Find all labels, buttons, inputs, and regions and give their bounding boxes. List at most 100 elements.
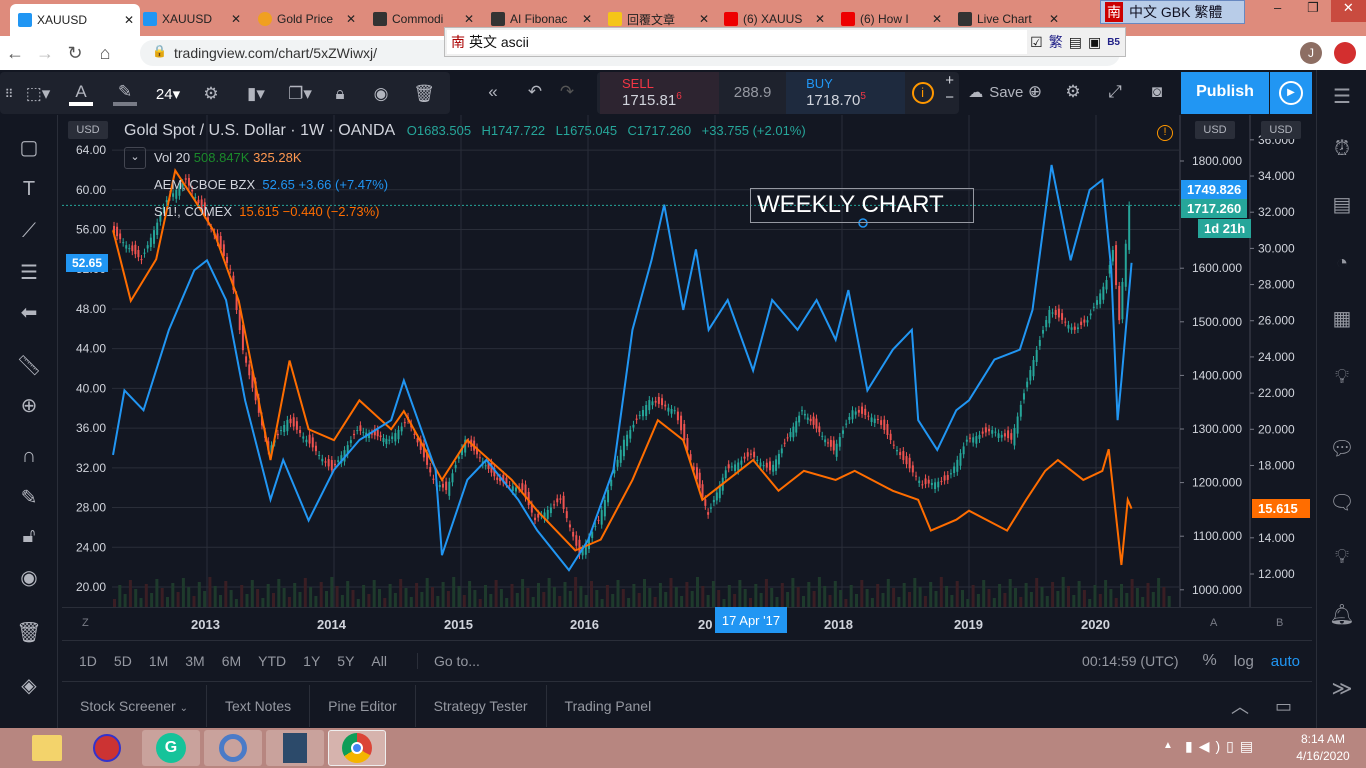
warning-icon[interactable]: !: [1157, 125, 1173, 141]
currency-label-left[interactable]: USD: [68, 121, 108, 139]
close-icon[interactable]: ✕: [1049, 12, 1059, 26]
fullscreen-icon[interactable]: ⤢: [1100, 78, 1130, 106]
profile-avatar[interactable]: J: [1300, 42, 1322, 64]
symbol-title[interactable]: Gold Spot / U.S. Dollar · 1W · OANDA: [124, 122, 394, 139]
back-icon[interactable]: ←: [0, 43, 30, 64]
hotlist-icon[interactable]: ◔: [1327, 252, 1357, 282]
trash-icon[interactable]: 🗑︎: [14, 620, 44, 650]
maximize-panel-icon[interactable]: ▭: [1275, 696, 1292, 717]
range-all[interactable]: All: [371, 653, 387, 669]
notifications-icon[interactable]: 🔔︎: [1327, 602, 1357, 632]
currency-label-a[interactable]: USD: [1195, 121, 1235, 139]
close-icon[interactable]: ✕: [932, 12, 942, 26]
checkbox-icon[interactable]: ☑: [1030, 34, 1043, 51]
minimize-icon[interactable]: –: [1260, 0, 1295, 22]
scale-b-button[interactable]: B: [1276, 617, 1283, 629]
percent-toggle[interactable]: %: [1203, 652, 1217, 670]
ruler-icon[interactable]: 📏︎: [14, 353, 44, 383]
arrow-left-icon[interactable]: ⬅: [14, 300, 44, 330]
layers-icon[interactable]: ▮▾: [238, 80, 274, 108]
calendar-icon[interactable]: ▦: [1327, 306, 1357, 336]
zoom-icon[interactable]: ⊕: [14, 393, 44, 423]
settings-icon[interactable]: ⚙: [1058, 78, 1088, 106]
range-1d[interactable]: 1D: [79, 653, 97, 669]
close-icon[interactable]: ✕: [699, 12, 709, 26]
time-axis[interactable]: Z 2013 2014 2015 2016 20 2018 2019 2020 …: [62, 607, 1312, 637]
snapshot-icon[interactable]: ◙: [1142, 78, 1172, 106]
tab-strategy-tester[interactable]: Strategy Tester: [416, 685, 547, 727]
tab-text-notes[interactable]: Text Notes: [207, 685, 311, 727]
ime-app-icon[interactable]: [78, 730, 136, 766]
traditional-toggle[interactable]: 繁: [1049, 32, 1063, 52]
watchlist-icon[interactable]: ☰: [1327, 84, 1357, 114]
reload-icon[interactable]: ↻: [60, 43, 90, 64]
collapse-icon[interactable]: ≫: [1327, 676, 1357, 706]
browser-tab[interactable]: XAUUSD ✕: [135, 4, 247, 34]
ideas-icon[interactable]: 💡︎: [1327, 366, 1357, 396]
pencil-color-button[interactable]: ✎: [108, 80, 142, 108]
chats-icon[interactable]: 💬︎: [1327, 436, 1357, 466]
settings-icon[interactable]: ⚙: [196, 80, 226, 108]
close-icon[interactable]: ✕: [124, 13, 134, 27]
browser-tab[interactable]: Gold Price ✕: [250, 4, 362, 34]
browser-tab[interactable]: XAUUSD ✕: [10, 4, 140, 36]
font-size-select[interactable]: 24 ▾: [150, 80, 186, 108]
lock-icon[interactable]: 🔒︎: [326, 80, 354, 108]
clock[interactable]: 8:14 AM 4/16/2020: [1290, 732, 1356, 763]
tab-pine-editor[interactable]: Pine Editor: [310, 685, 416, 727]
log-toggle[interactable]: log: [1234, 653, 1254, 670]
drag-handle-icon[interactable]: ⠿: [4, 80, 14, 108]
restore-icon[interactable]: ❐: [1295, 0, 1330, 22]
pattern-icon[interactable]: ⟋: [14, 220, 44, 250]
text-tool-icon[interactable]: T: [14, 178, 44, 208]
tab-trading-panel[interactable]: Trading Panel: [547, 685, 670, 727]
forward-icon[interactable]: →: [30, 43, 60, 64]
tray-expand-icon[interactable]: ▲: [1163, 740, 1173, 751]
notes-app-icon[interactable]: [266, 730, 324, 766]
sell-button[interactable]: SELL 1715.816: [600, 72, 719, 114]
replay-icon[interactable]: «: [478, 78, 508, 106]
range-5y[interactable]: 5Y: [337, 653, 354, 669]
frame-icon[interactable]: ⬚▾: [20, 80, 56, 108]
chromium-icon[interactable]: [204, 730, 262, 766]
volume-label[interactable]: Vol 20: [154, 150, 190, 165]
chat-icon[interactable]: 🗨︎: [1327, 490, 1357, 520]
close-icon[interactable]: ✕: [231, 12, 241, 26]
clone-icon[interactable]: ❐▾: [282, 80, 318, 108]
aem-label[interactable]: AEM, CBOE BZX: [154, 177, 255, 192]
tray-icons[interactable]: ▮◀)▯▤: [1185, 738, 1259, 755]
file-explorer-icon[interactable]: [18, 730, 76, 766]
scale-z-button[interactable]: Z: [82, 617, 89, 629]
visibility-icon[interactable]: ◉: [366, 80, 396, 108]
goto-button[interactable]: Go to...: [416, 653, 480, 669]
eye-icon[interactable]: ◉: [14, 565, 44, 595]
utc-clock[interactable]: 00:14:59 (UTC): [1082, 653, 1178, 669]
ime-status-bar[interactable]: 南中文 GBK 繁體: [1100, 0, 1245, 24]
unlock-icon[interactable]: 🔓︎: [14, 525, 44, 555]
range-ytd[interactable]: YTD: [258, 653, 286, 669]
close-icon[interactable]: ✕: [815, 12, 825, 26]
list-icon[interactable]: ▣: [1088, 34, 1101, 51]
object-tree-icon[interactable]: ◈: [14, 673, 44, 703]
close-icon[interactable]: ✕: [346, 12, 356, 26]
close-icon[interactable]: ✕: [582, 12, 592, 26]
text-color-button[interactable]: A: [64, 80, 98, 108]
range-1y[interactable]: 1Y: [303, 653, 320, 669]
buy-button[interactable]: BUY 1718.705: [786, 72, 905, 114]
scale-a-button[interactable]: A: [1210, 617, 1217, 629]
rectangle-icon[interactable]: ▢: [14, 135, 44, 165]
trash-icon[interactable]: 🗑︎: [410, 80, 438, 108]
zoom-out-icon[interactable]: −: [945, 89, 954, 106]
tab-stock-screener[interactable]: Stock Screener ⌄: [62, 685, 207, 727]
redo-icon[interactable]: ↷: [552, 78, 582, 106]
ime-input-bar[interactable]: 南英文 ascii ☑ 繁 ▤ ▣ B5: [444, 27, 1126, 57]
chevron-up-icon[interactable]: ︿: [1231, 693, 1249, 719]
magnet-icon[interactable]: ∩: [14, 445, 44, 475]
zoom-in-icon[interactable]: +: [945, 72, 954, 89]
fib-icon[interactable]: ☰: [14, 260, 44, 290]
home-icon[interactable]: ⌂: [90, 43, 120, 64]
text-annotation[interactable]: WEEKLY CHART: [750, 188, 974, 223]
auto-toggle[interactable]: auto: [1271, 653, 1300, 670]
range-1m[interactable]: 1M: [149, 653, 168, 669]
close-icon[interactable]: ✕: [464, 12, 474, 26]
